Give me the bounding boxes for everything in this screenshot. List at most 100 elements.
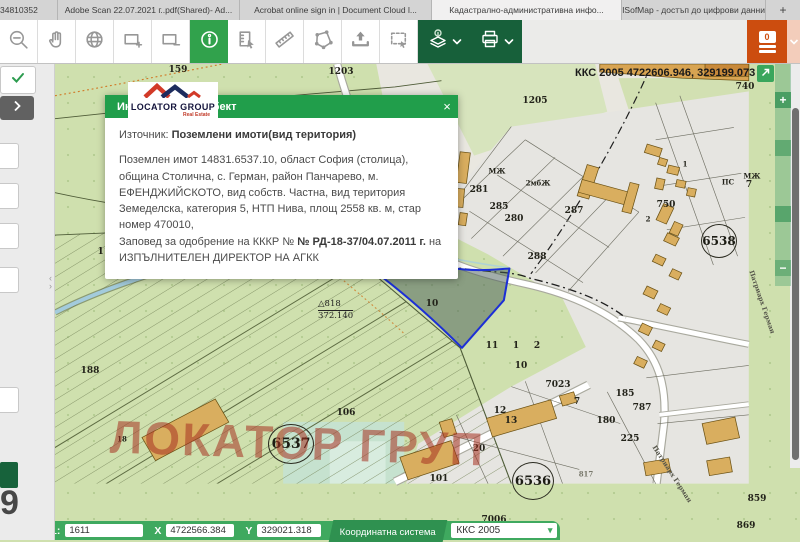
cursor-coordinates-readout: ККС 2005 4722606.946, 329199.073 (575, 67, 753, 79)
crs-select[interactable]: ККС 2005 ▾ (451, 523, 557, 538)
panel-expand-button[interactable] (0, 96, 34, 120)
crs-label: Координатна система (340, 527, 436, 538)
logo-name: LOCATOR GROUP (131, 103, 215, 112)
x-value: 4722566.384 (170, 525, 225, 536)
benchmark-elevation: 372.140 (318, 311, 353, 321)
chevron-down-icon (452, 33, 462, 51)
measure-area-button[interactable] (304, 20, 342, 63)
rect-minus-icon (159, 28, 182, 56)
circle-text: 6536 (515, 474, 551, 489)
x-label: X (154, 525, 161, 537)
roofs-icon (142, 83, 204, 103)
chevron-down-icon: ▾ (548, 525, 553, 536)
layers-dropdown-button[interactable] (418, 20, 470, 63)
measure-button[interactable] (228, 20, 266, 63)
layers-icon (427, 28, 449, 55)
zoom-minus-button[interactable]: − (775, 260, 791, 276)
y-coordinate-input[interactable]: 329021.318 (257, 524, 321, 537)
side-control-button[interactable] (775, 206, 791, 222)
zoom-out-icon (7, 28, 30, 56)
chevron-down-icon (504, 33, 514, 51)
source-label: Източник: (119, 129, 169, 141)
cart-button[interactable]: 0 (747, 20, 787, 63)
browser-tab[interactable]: 34810352 (0, 0, 58, 20)
expand-arrow-icon (760, 65, 771, 83)
full-extent-button[interactable] (76, 20, 114, 63)
rect-plus-icon (121, 28, 144, 56)
identify-button[interactable] (190, 20, 228, 63)
tab-label: ISofMap - достъп до цифрови данни (622, 5, 765, 15)
panel-input-field[interactable] (0, 223, 19, 249)
left-panel-partial: 9 ‹› (0, 64, 55, 540)
parcel-description: Поземлен имот 14831.6537.10, област Софи… (119, 152, 444, 233)
printer-icon (479, 28, 501, 55)
tab-label: Acrobat online sign in | Document Cloud … (254, 5, 417, 15)
chevron-down-icon (789, 33, 799, 51)
map-toolbar: 0 (0, 20, 800, 64)
x-coordinate-input[interactable]: 4722566.384 (166, 524, 234, 537)
upload-button[interactable] (342, 20, 380, 63)
approval-order-line: Заповед за одобрение на КККР № № РД-18-3… (119, 234, 444, 250)
scrollbar-thumb[interactable] (792, 108, 799, 460)
browser-tab[interactable]: Acrobat online sign in | Document Cloud … (240, 0, 432, 20)
globe-icon (83, 28, 106, 56)
upload-icon (349, 28, 372, 56)
tab-label: 34810352 (0, 5, 38, 15)
side-control-button[interactable] (775, 140, 791, 156)
toolbar-spacer (522, 20, 747, 63)
panel-partial-text: 9 (0, 484, 19, 523)
cart-bar-icon (759, 45, 776, 48)
cart-count-badge: 0 (759, 31, 776, 43)
panel-input-field[interactable] (0, 183, 19, 209)
chevron-right-icon (13, 99, 21, 117)
scale-value: 1611 (69, 525, 89, 536)
order-number: № РД-18-37/04.07.2011 г. (297, 236, 426, 248)
zoom-in-box-button[interactable] (114, 20, 152, 63)
panel-input-field[interactable] (0, 267, 19, 293)
select-region-button[interactable] (380, 20, 418, 63)
locator-group-logo: LOCATOR GROUP Real Estate (128, 82, 218, 119)
check-icon (11, 71, 25, 89)
y-value: 329021.318 (261, 525, 311, 536)
panel-input-field[interactable] (0, 387, 19, 413)
browser-tab[interactable]: ISofMap - достъп до цифрови данни (622, 0, 766, 20)
circle-text: 6538 (702, 234, 735, 248)
dashed-select-icon (387, 28, 410, 56)
ruler-pointer-icon (235, 28, 258, 56)
info-icon (198, 28, 221, 56)
crs-label-chip: Координатна система (329, 520, 448, 542)
hand-icon (45, 28, 68, 56)
survey-benchmark: △818 372.140 (318, 299, 353, 321)
panel-input-field[interactable] (0, 143, 19, 169)
pan-button[interactable] (38, 20, 76, 63)
map-side-controls: + − (775, 64, 791, 286)
expand-map-button[interactable] (757, 65, 774, 82)
cart-bar-icon (759, 50, 776, 53)
cart-expand-chevron[interactable] (787, 20, 800, 63)
zoom-out-box-button[interactable] (152, 20, 190, 63)
zoom-plus-button[interactable]: + (775, 92, 791, 108)
tab-label: Кадастрално-административна инфо... (449, 5, 604, 15)
new-tab-button[interactable]: + (766, 0, 800, 20)
panel-confirm-button[interactable] (0, 66, 36, 94)
browser-tab[interactable]: Adobe Scan 22.07.2021 г..pdf(Shared)- Ad… (58, 0, 240, 20)
map-status-bar: Мащаб 1: 1611 X 4722566.384 Y 329021.318… (0, 521, 560, 540)
print-dropdown-button[interactable] (470, 20, 522, 63)
order-prefix: Заповед за одобрение на КККР № (119, 236, 294, 248)
zoom-out-button[interactable] (0, 20, 38, 63)
measure-distance-button[interactable] (266, 20, 304, 63)
parcel-circle-label: 6536 (512, 462, 554, 500)
logo-tagline: Real Estate (183, 112, 210, 118)
y-label: Y (245, 525, 252, 537)
close-icon[interactable]: × (436, 99, 458, 114)
panel-collapse-handle[interactable]: ‹› (49, 274, 52, 290)
source-value: Поземлени имоти(вид територия) (172, 129, 356, 141)
browser-tab-active[interactable]: Кадастрално-административна инфо... (432, 0, 622, 20)
order-suffix: на (429, 236, 441, 248)
scale-input[interactable]: 1611 (65, 524, 143, 537)
tab-label: Adobe Scan 22.07.2021 г..pdf(Shared)- Ad… (65, 5, 232, 15)
popup-body: Източник: Поземлени имоти(вид територия)… (105, 118, 458, 279)
crs-value: ККС 2005 (456, 525, 500, 536)
browser-tab-bar: 34810352 Adobe Scan 22.07.2021 г..pdf(Sh… (0, 0, 800, 20)
ruler-icon (273, 28, 296, 56)
